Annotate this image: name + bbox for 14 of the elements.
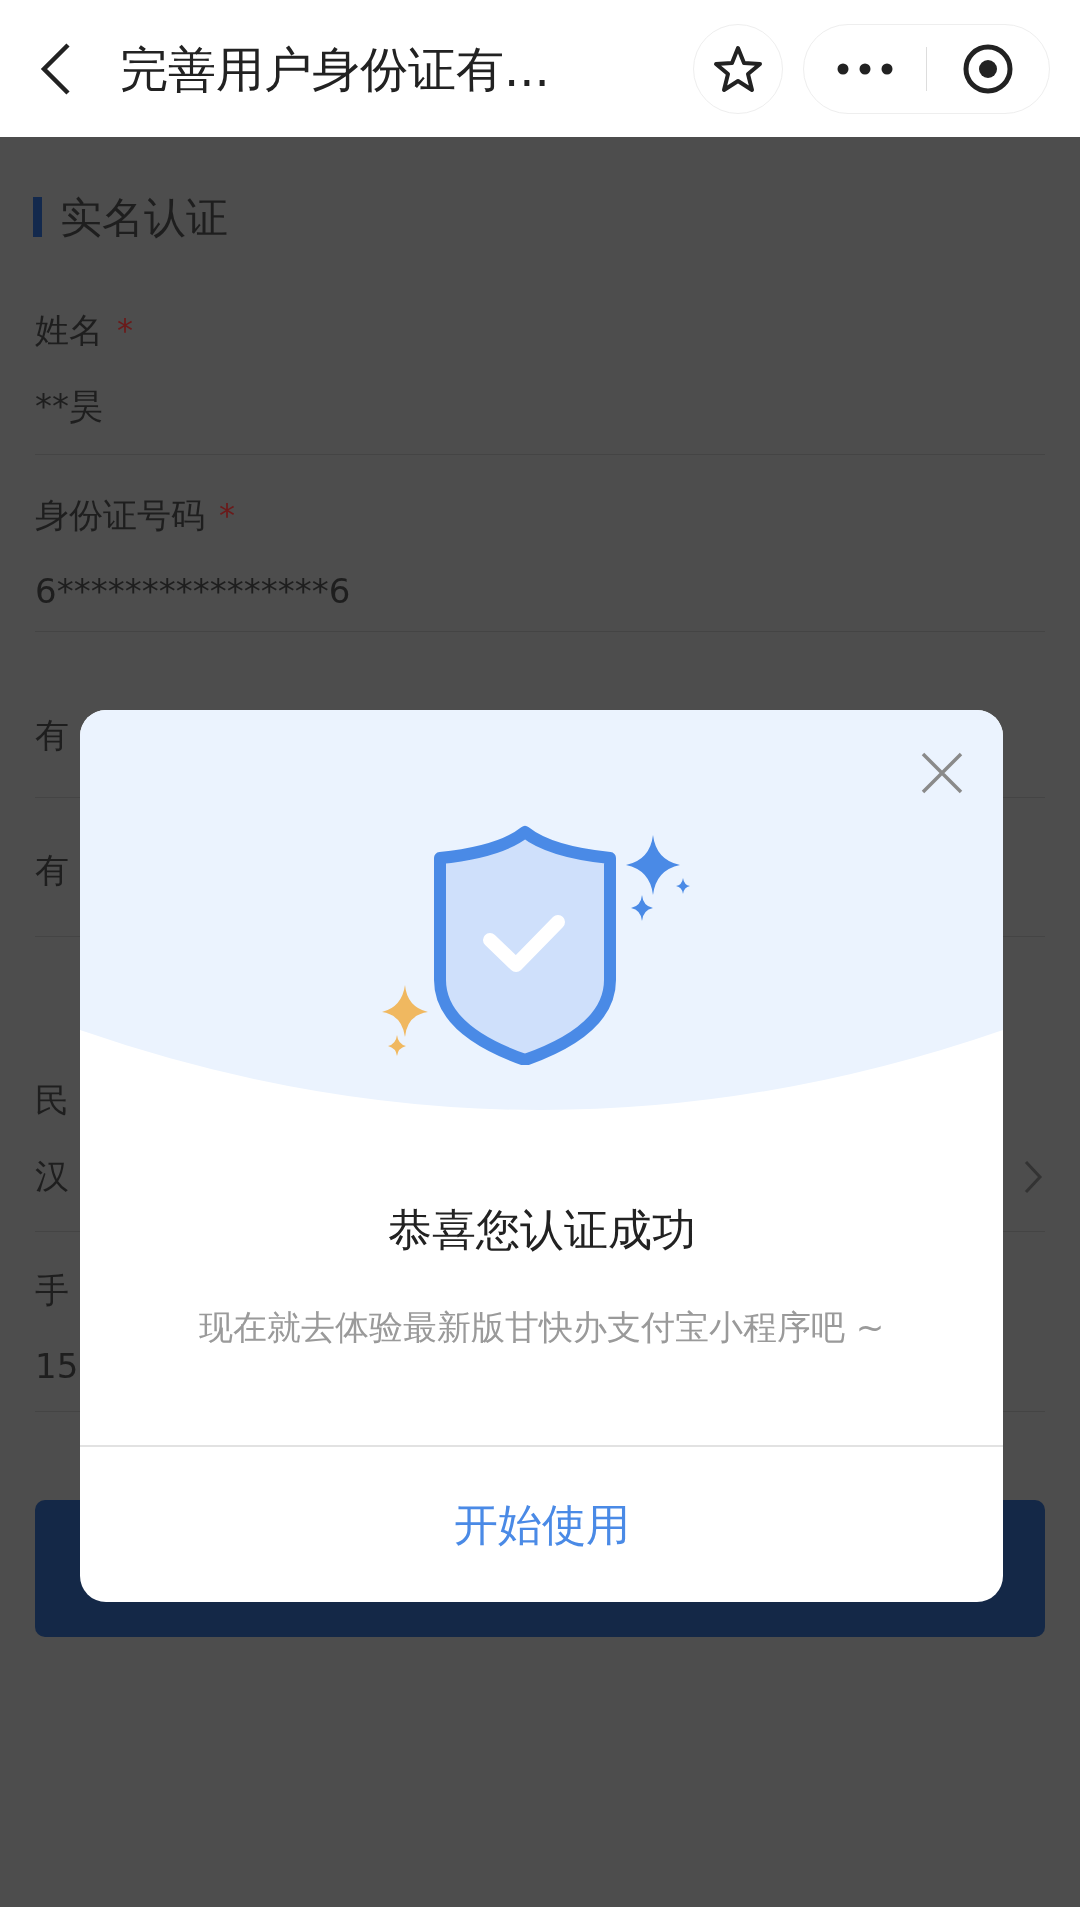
back-icon[interactable] — [38, 40, 72, 97]
dialog-message: 现在就去体验最新版甘快办支付宝小程序吧 ~ — [198, 1310, 885, 1344]
star-icon — [713, 44, 763, 93]
start-button[interactable]: 开始使用 — [80, 1447, 1003, 1602]
close-button[interactable] — [921, 752, 963, 794]
close-icon — [921, 752, 963, 794]
chevron-icon — [1023, 1159, 1043, 1195]
target-icon — [962, 42, 1014, 95]
dialog-title: 恭喜您认证成功 — [387, 1208, 696, 1252]
required-mark: * — [117, 314, 133, 346]
required-mark: * — [219, 499, 235, 531]
more-icon — [837, 62, 893, 75]
page-title: 完善用户身份证有... — [120, 39, 550, 99]
accent-bar — [33, 197, 42, 237]
